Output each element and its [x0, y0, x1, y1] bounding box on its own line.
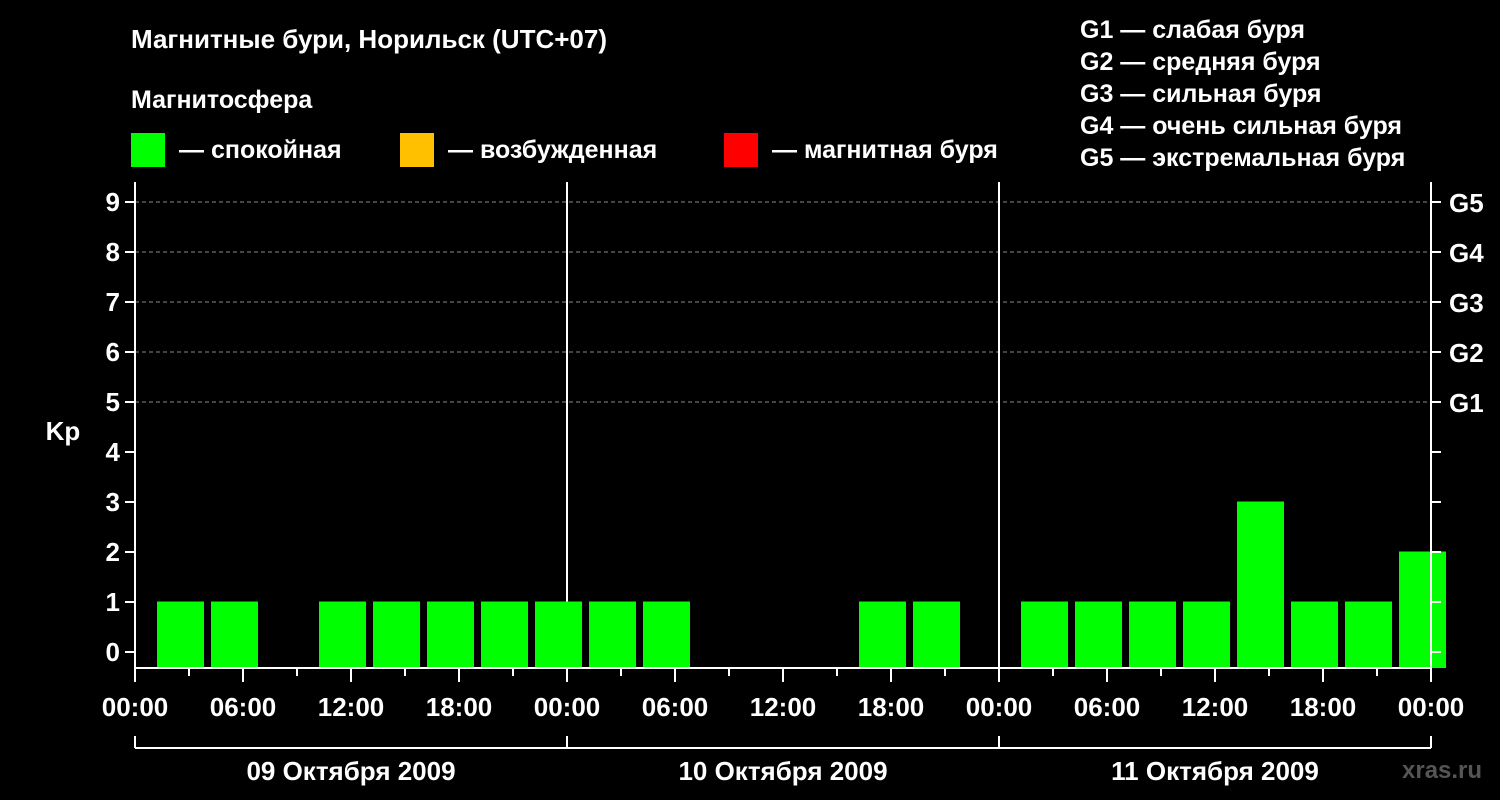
kp-bar: [1345, 601, 1392, 668]
kp-bar: [913, 601, 960, 668]
kp-bar: [373, 601, 420, 668]
kp-bar: [1291, 601, 1338, 668]
kp-bar: [157, 601, 204, 668]
kp-bar: [535, 601, 582, 668]
g-level-label: G3: [1449, 288, 1484, 318]
day-label: 11 Октября 2009: [1111, 756, 1319, 786]
y-tick-label: 9: [106, 187, 120, 217]
g-level-label: G1: [1449, 388, 1484, 418]
kp-bar: [1399, 551, 1446, 668]
x-tick-label: 12:00: [1182, 692, 1249, 722]
y-tick-label: 7: [106, 287, 120, 317]
x-tick-label: 18:00: [858, 692, 925, 722]
g-level-label: G5: [1449, 188, 1484, 218]
day-label: 10 Октября 2009: [678, 756, 887, 786]
y-tick-label: 4: [106, 437, 121, 467]
x-tick-label: 18:00: [426, 692, 493, 722]
kp-bar: [643, 601, 690, 668]
x-tick-label: 00:00: [102, 692, 169, 722]
kp-bar: [1021, 601, 1068, 668]
x-tick-label: 12:00: [750, 692, 817, 722]
y-tick-label: 1: [106, 587, 120, 617]
y-tick-label: 3: [106, 487, 120, 517]
kp-bar: [1183, 601, 1230, 668]
day-label: 09 Октября 2009: [246, 756, 455, 786]
kp-bar: [319, 601, 366, 668]
x-tick-label: 18:00: [1290, 692, 1357, 722]
y-tick-label: 0: [106, 637, 120, 667]
y-tick-label: 6: [106, 337, 120, 367]
g-level-label: G2: [1449, 338, 1484, 368]
y-tick-label: 5: [106, 387, 120, 417]
x-tick-label: 06:00: [642, 692, 709, 722]
kp-chart: 0 1 2 3 4 5 6 7 8 9 G1 G2 G3 G4 G5 Kp 00:00 06:00 12:00 18:…: [46, 182, 1484, 786]
kp-bar: [859, 601, 906, 668]
x-tick-label: 06:00: [210, 692, 277, 722]
x-tick-label: 12:00: [318, 692, 385, 722]
g-level-label: G4: [1449, 238, 1484, 268]
x-tick-label: 00:00: [966, 692, 1033, 722]
x-tick-label: 00:00: [1398, 692, 1465, 722]
kp-bar: [1075, 601, 1122, 668]
kp-bar: [589, 601, 636, 668]
x-tick-label: 06:00: [1074, 692, 1141, 722]
kp-bar: [1129, 601, 1176, 668]
x-tick-label: 00:00: [534, 692, 601, 722]
y-tick-label: 8: [106, 237, 120, 267]
y-tick-label: 2: [106, 537, 120, 567]
kp-bar: [427, 601, 474, 668]
y-axis-label: Kp: [46, 416, 81, 446]
kp-bar: [481, 601, 528, 668]
kp-bar: [1237, 501, 1284, 668]
watermark: xras.ru: [1402, 757, 1483, 784]
kp-bar: [211, 601, 258, 668]
